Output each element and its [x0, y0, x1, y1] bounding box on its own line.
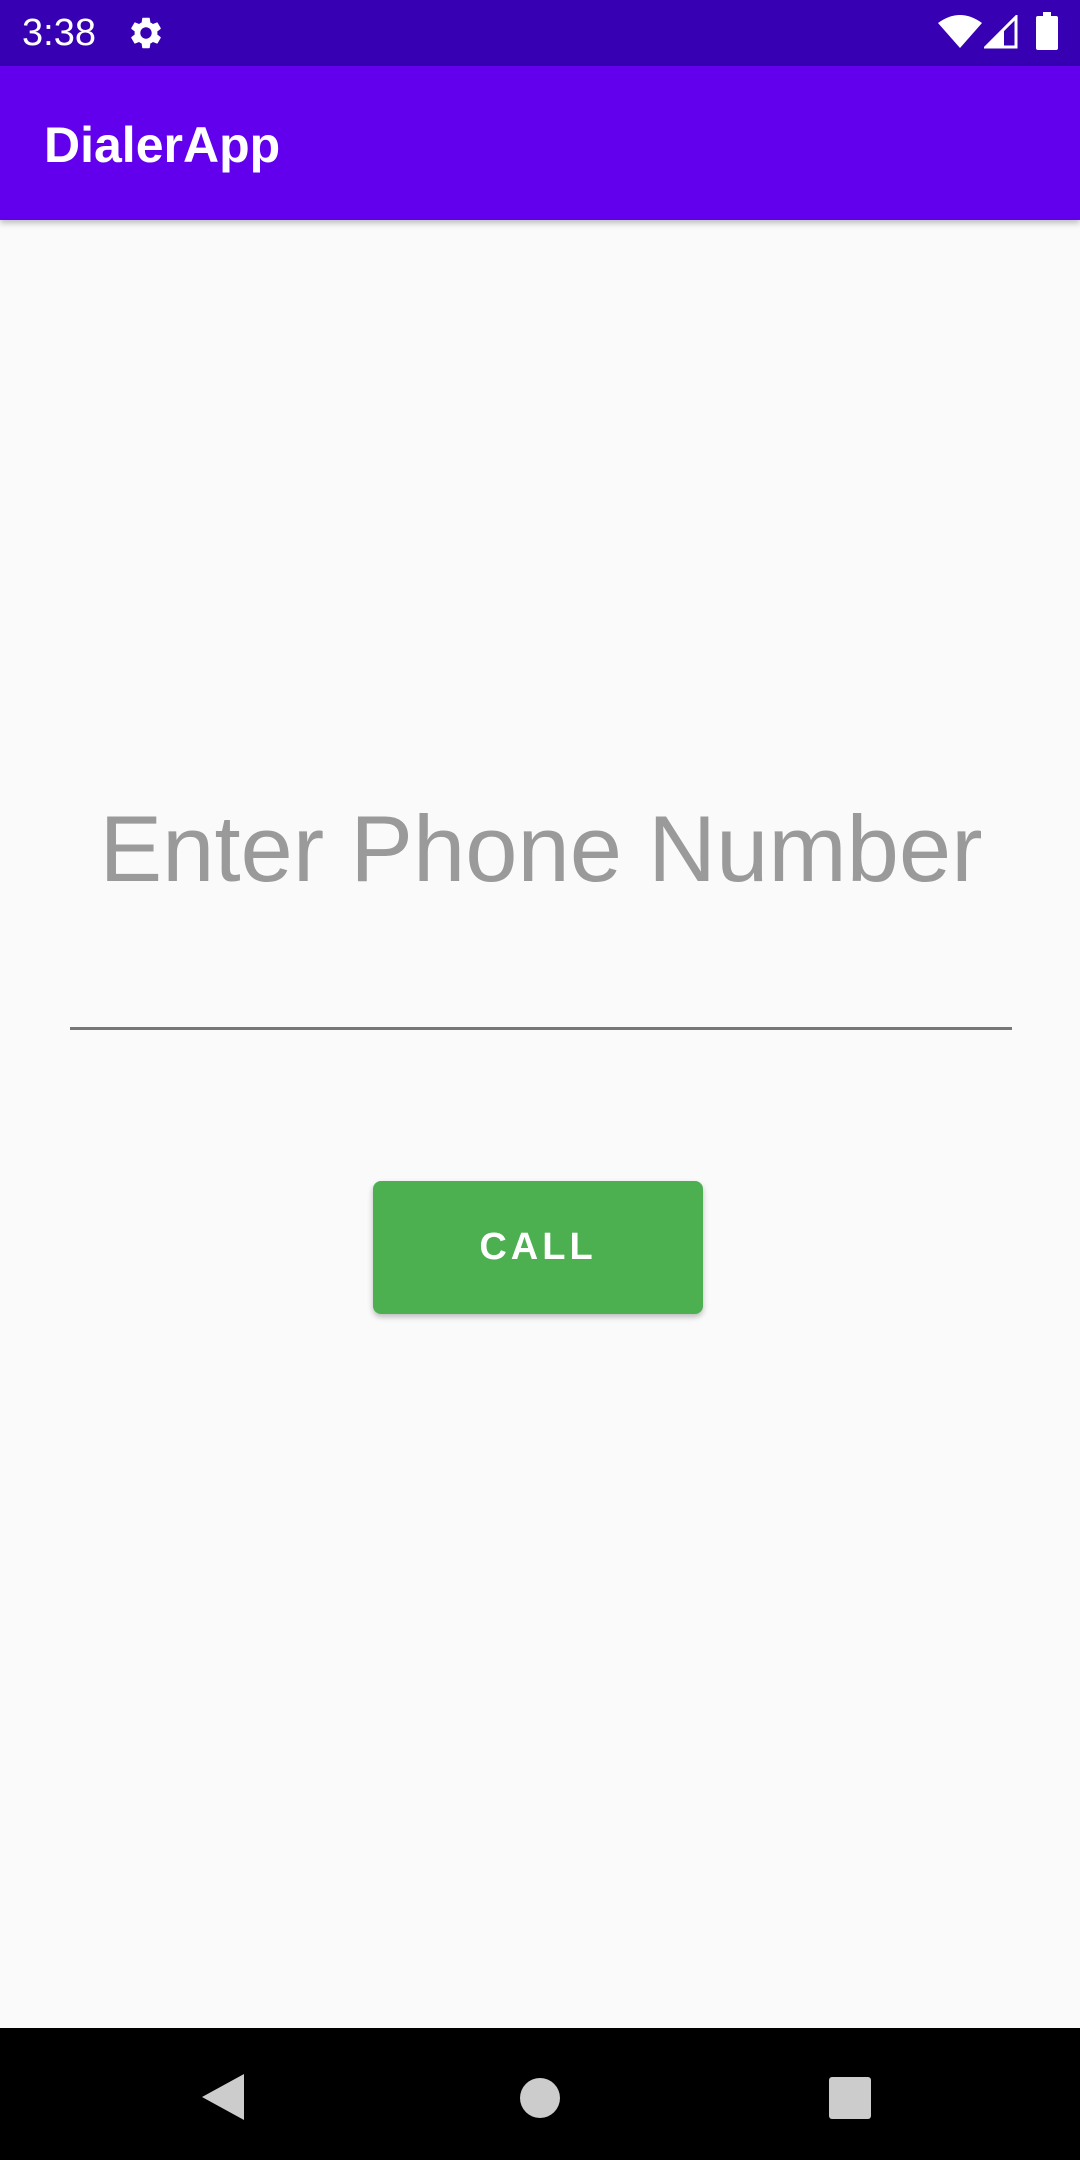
app-title: DialerApp: [44, 117, 281, 173]
home-icon[interactable]: [519, 2077, 561, 2119]
recents-icon[interactable]: [829, 2077, 871, 2119]
status-bar: 3:38: [0, 0, 1080, 66]
gear-icon: [131, 17, 161, 49]
phone-number-input[interactable]: [70, 780, 1012, 1030]
back-icon[interactable]: [202, 2074, 246, 2120]
battery-icon: [1036, 12, 1058, 50]
status-time: 3:38: [22, 12, 96, 54]
signal-icon: [984, 15, 1018, 49]
app-bar: DialerApp: [0, 66, 1080, 220]
wifi-icon: [938, 15, 982, 48]
call-button[interactable]: CALL: [373, 1181, 703, 1314]
navigation-bar: [0, 2028, 1080, 2160]
